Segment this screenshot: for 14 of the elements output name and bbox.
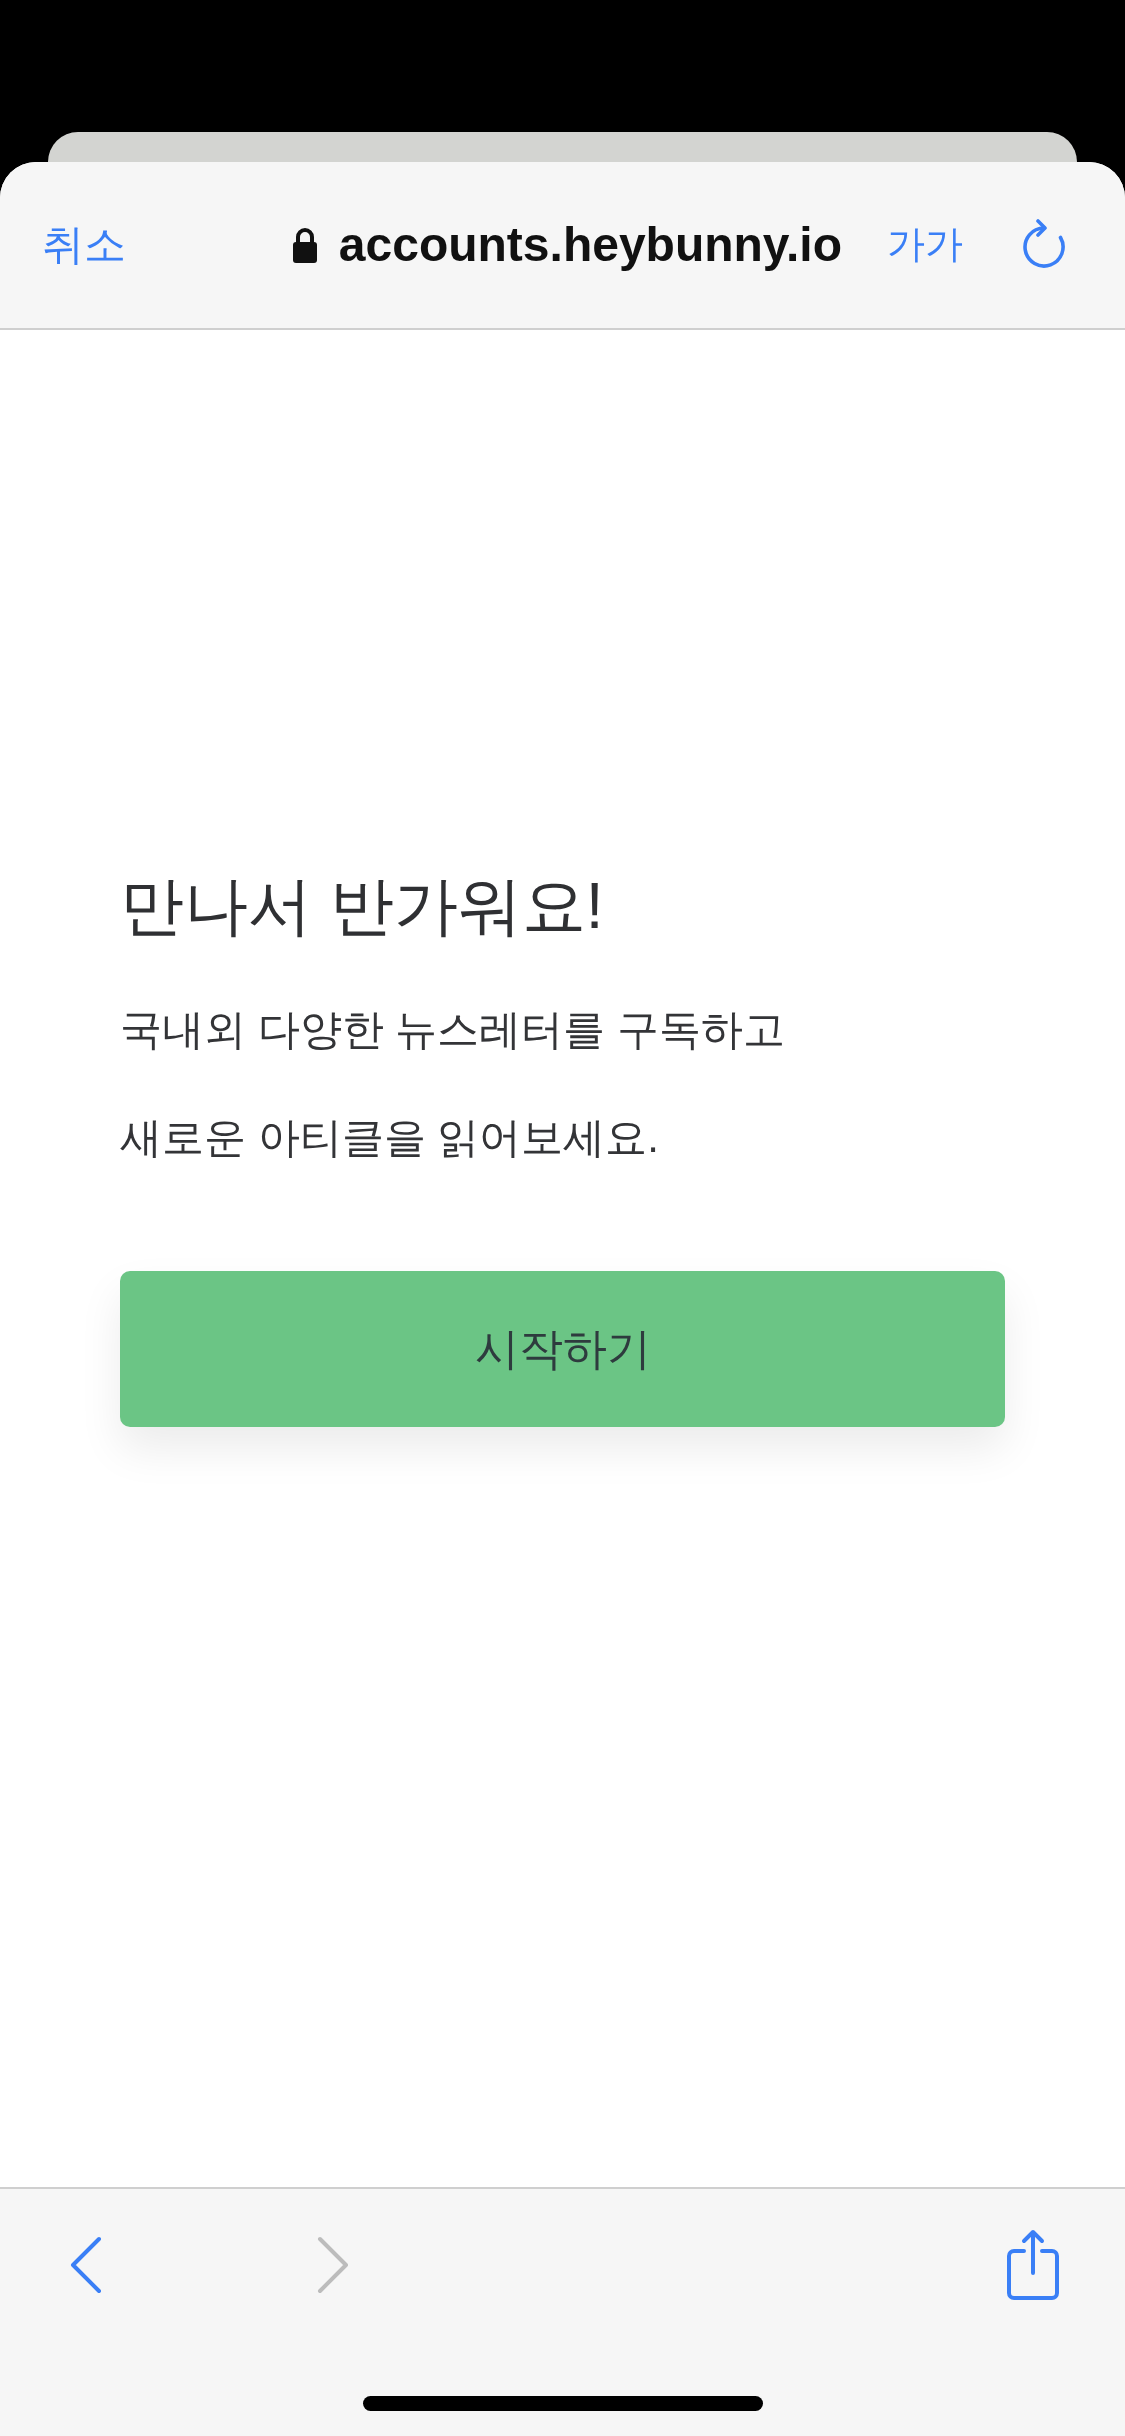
welcome-heading: 만나서 반가워요!	[120, 869, 605, 944]
chevron-right-icon	[317, 2236, 349, 2294]
chevron-left-icon	[70, 2236, 102, 2294]
cancel-button[interactable]: 취소	[42, 219, 126, 271]
description-text: 새로운 아티클을 읽어보세요.	[120, 1113, 660, 1163]
reload-button[interactable]	[1020, 219, 1068, 271]
back-button[interactable]	[70, 2236, 102, 2294]
share-button[interactable]	[1004, 2228, 1062, 2302]
url-text: accounts.heybunny.io	[338, 217, 842, 273]
text-size-button[interactable]: 가가	[887, 222, 963, 268]
share-icon	[1004, 2228, 1062, 2302]
description-text: 국내외 다양한 뉴스레터를 구독하고	[120, 1005, 786, 1055]
reload-icon	[1020, 219, 1068, 271]
start-button[interactable]: 시작하기	[120, 1271, 1005, 1427]
